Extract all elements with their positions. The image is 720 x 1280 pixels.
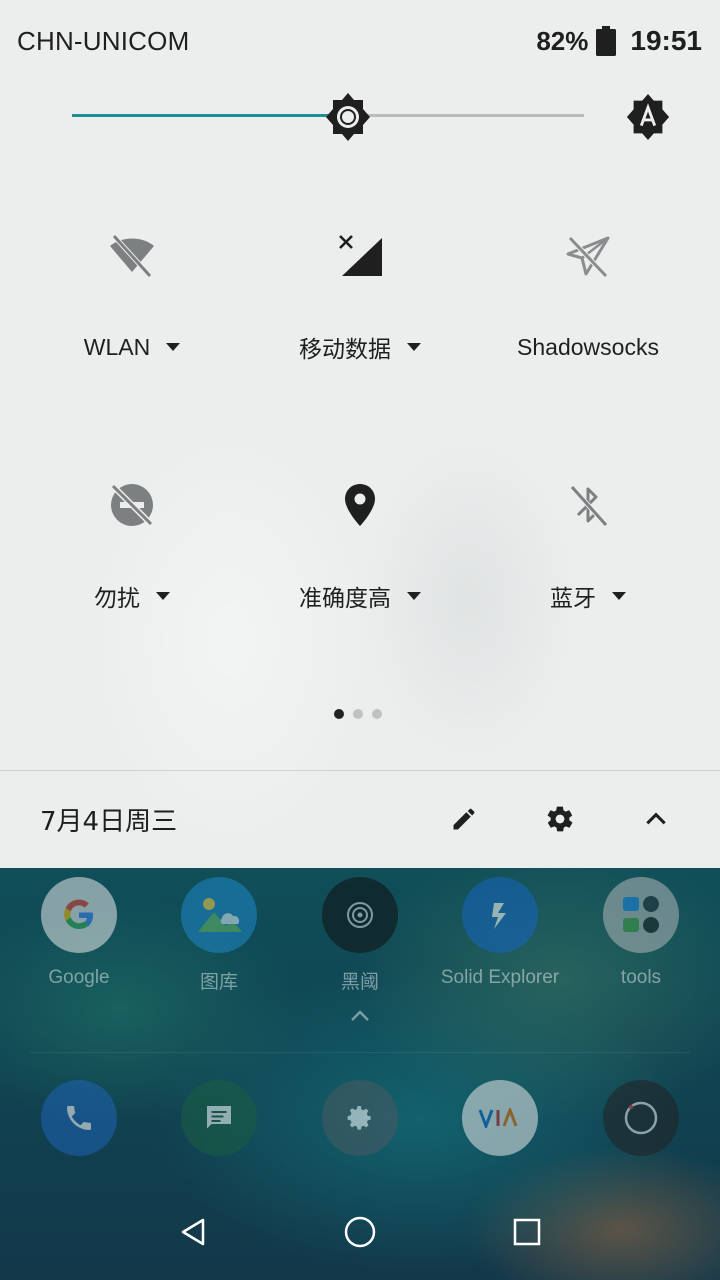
- app-label: Google: [48, 967, 110, 988]
- tile-shadowsocks[interactable]: Shadowsocks: [468, 232, 708, 362]
- tile-label: WLAN: [83, 333, 151, 360]
- recents-icon: [513, 1218, 540, 1246]
- tile-label: Shadowsocks: [517, 333, 659, 360]
- battery-percentage: 82%: [536, 25, 589, 56]
- carrier-name: CHN-UNICOM: [17, 25, 190, 56]
- page-dot: [334, 709, 344, 719]
- pencil-icon: [453, 808, 475, 830]
- app-google[interactable]: Google: [9, 877, 149, 989]
- via-browser-icon: [462, 1080, 538, 1156]
- phone-icon: [41, 1080, 117, 1156]
- quick-settings-panel: CHN-UNICOM 82% 19:51 WLAN 移动数据 Shadowsoc…: [0, 0, 720, 868]
- quick-settings-footer: 7月4日周三: [0, 771, 720, 868]
- recents-button[interactable]: [497, 1202, 557, 1262]
- tile-label: 勿扰: [94, 585, 140, 611]
- dropdown-caret-icon[interactable]: [407, 592, 421, 600]
- app-label: 黑阈: [340, 972, 379, 993]
- shadowsocks-icon: [566, 236, 610, 278]
- messages-icon: [181, 1080, 257, 1156]
- back-button[interactable]: [163, 1202, 223, 1262]
- dock-camera[interactable]: [571, 1080, 711, 1156]
- app-label: Solid Explorer: [440, 967, 560, 988]
- bluetooth-off-icon: [570, 485, 608, 527]
- home-button[interactable]: [330, 1202, 390, 1262]
- heiyu-icon: [322, 877, 398, 953]
- home-icon: [344, 1216, 376, 1248]
- dropdown-caret-icon[interactable]: [166, 343, 181, 351]
- battery-icon: [596, 26, 617, 56]
- collapse-button[interactable]: [632, 795, 680, 843]
- tile-do-not-disturb[interactable]: 勿扰: [12, 481, 252, 611]
- chevron-up-icon: [646, 812, 666, 825]
- back-icon: [182, 1218, 205, 1246]
- tile-bluetooth[interactable]: 蓝牙: [468, 481, 708, 611]
- page-dot: [372, 709, 382, 719]
- gear-icon: [547, 806, 573, 832]
- google-icon: [41, 877, 117, 953]
- tile-label: 蓝牙: [550, 585, 596, 611]
- dock-via-browser[interactable]: [430, 1080, 570, 1156]
- solid-explorer-icon: [462, 877, 538, 953]
- brightness-slider[interactable]: [72, 92, 712, 142]
- camera-icon: [603, 1080, 679, 1156]
- navigation-bar: [0, 1184, 720, 1280]
- tile-mobile-data[interactable]: 移动数据: [240, 232, 480, 362]
- clock: 19:51: [630, 25, 702, 56]
- dock-settings[interactable]: [290, 1080, 430, 1156]
- app-heiyu[interactable]: 黑阈: [290, 877, 430, 994]
- dock-divider: [30, 1052, 690, 1053]
- brightness-auto-icon[interactable]: [624, 92, 672, 142]
- app-tools-folder[interactable]: tools: [571, 877, 711, 989]
- app-label: 图库: [199, 972, 238, 993]
- page-dot: [353, 709, 363, 719]
- settings-button[interactable]: [536, 795, 584, 843]
- tile-location[interactable]: 准确度高: [240, 481, 480, 611]
- edit-tiles-button[interactable]: [440, 795, 488, 843]
- tile-label: 准确度高: [299, 585, 391, 611]
- tile-wlan[interactable]: WLAN: [12, 232, 252, 362]
- app-gallery[interactable]: 图库: [149, 877, 289, 994]
- dock-phone[interactable]: [9, 1080, 149, 1156]
- wifi-off-icon: [110, 234, 154, 278]
- gallery-icon: [181, 877, 257, 953]
- tile-label: 移动数据: [299, 336, 391, 362]
- brightness-thumb-icon[interactable]: [323, 92, 373, 142]
- app-label: tools: [620, 967, 662, 988]
- settings-icon: [322, 1080, 398, 1156]
- app-solid-explorer[interactable]: Solid Explorer: [430, 877, 570, 989]
- app-drawer-arrow-icon[interactable]: [348, 1004, 372, 1028]
- dropdown-caret-icon[interactable]: [612, 592, 626, 600]
- dropdown-caret-icon[interactable]: [407, 343, 421, 351]
- dropdown-caret-icon[interactable]: [156, 592, 170, 600]
- location-icon: [345, 484, 375, 526]
- date-label: 7月4日周三: [40, 807, 178, 837]
- status-bar: CHN-UNICOM 82% 19:51: [0, 0, 720, 82]
- dock-messages[interactable]: [149, 1080, 289, 1156]
- do-not-disturb-off-icon: [110, 483, 154, 527]
- page-indicator: [334, 709, 382, 719]
- mobile-data-off-icon: [339, 235, 382, 276]
- folder-icon: [603, 877, 679, 953]
- brightness-track-fill: [72, 114, 339, 117]
